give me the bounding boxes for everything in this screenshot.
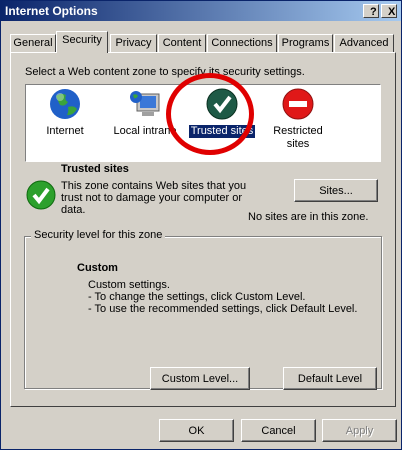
- highlight-circle: [166, 73, 254, 155]
- description-line: Custom settings.: [88, 279, 170, 291]
- custom-level-button[interactable]: Custom Level...: [150, 367, 250, 390]
- cancel-button[interactable]: Cancel: [241, 419, 316, 442]
- tab-connections[interactable]: Connections: [207, 34, 277, 52]
- no-entry-icon: [281, 87, 315, 121]
- tab-privacy[interactable]: Privacy: [110, 34, 157, 52]
- security-level-group: Security level for this zone Custom Cust…: [24, 229, 382, 390]
- zone-title: Trusted sites: [61, 163, 129, 175]
- tab-content[interactable]: Content: [158, 34, 206, 52]
- window-title: Internet Options: [5, 4, 98, 18]
- zone-label: Restricted sites: [273, 125, 323, 150]
- close-button[interactable]: X: [381, 4, 397, 18]
- tab-general[interactable]: General: [10, 34, 56, 52]
- zone-label: Internet: [46, 125, 84, 137]
- tab-advanced[interactable]: Advanced: [334, 34, 394, 52]
- security-level-description: Custom settings. - To change the setting…: [88, 279, 357, 315]
- tab-security[interactable]: Security: [56, 31, 108, 53]
- internet-options-dialog: Internet Options ? X General Security Pr…: [0, 0, 402, 450]
- zone-description: This zone contains Web sites that you tr…: [61, 180, 247, 216]
- title-bar[interactable]: Internet Options ? X: [1, 1, 401, 21]
- zone-restricted-sites[interactable]: Restricted sites: [254, 87, 342, 151]
- tab-programs[interactable]: Programs: [278, 34, 333, 52]
- help-button[interactable]: ?: [363, 4, 379, 18]
- security-level-legend: Security level for this zone: [31, 229, 166, 241]
- apply-button[interactable]: Apply: [322, 419, 397, 442]
- ok-button[interactable]: OK: [159, 419, 234, 442]
- sites-button[interactable]: Sites...: [294, 179, 378, 202]
- computer-icon: [128, 87, 162, 121]
- description-line: - To change the settings, click Custom L…: [88, 291, 306, 303]
- default-level-button[interactable]: Default Level: [283, 367, 377, 390]
- zone-check-icon: [25, 179, 57, 214]
- description-line: - To use the recommended settings, click…: [88, 303, 358, 315]
- zone-instruction: Select a Web content zone to specify its…: [25, 66, 305, 78]
- security-level-name: Custom: [77, 262, 118, 274]
- sites-status: No sites are in this zone.: [248, 211, 369, 223]
- globe-icon: [48, 87, 82, 121]
- zone-internet[interactable]: Internet: [26, 87, 109, 138]
